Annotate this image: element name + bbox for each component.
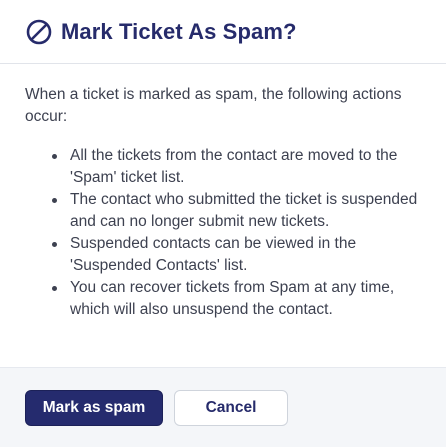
list-item-text: All the tickets from the contact are mov… — [70, 147, 398, 186]
bullet — [52, 286, 57, 291]
dialog-footer: Mark as spam Cancel — [0, 367, 446, 447]
bullet — [52, 154, 57, 159]
list-item: Suspended contacts can be viewed in the … — [51, 233, 421, 277]
list-item-text: You can recover tickets from Spam at any… — [70, 279, 395, 318]
cancel-button[interactable]: Cancel — [174, 390, 288, 426]
list-item-text: Suspended contacts can be viewed in the … — [70, 235, 357, 274]
ban-icon — [25, 18, 53, 46]
dialog-header: Mark Ticket As Spam? — [0, 0, 446, 64]
spam-actions-list: All the tickets from the contact are mov… — [25, 145, 421, 321]
list-item: The contact who submitted the ticket is … — [51, 189, 421, 233]
mark-as-spam-button[interactable]: Mark as spam — [25, 390, 163, 426]
intro-text: When a ticket is marked as spam, the fol… — [25, 86, 402, 125]
list-item: All the tickets from the contact are mov… — [51, 145, 421, 189]
mark-spam-dialog: Mark Ticket As Spam? When a ticket is ma… — [0, 0, 446, 447]
list-item-text: The contact who submitted the ticket is … — [70, 191, 418, 230]
bullet — [52, 198, 57, 203]
bullet — [52, 242, 57, 247]
dialog-body: When a ticket is marked as spam, the fol… — [0, 64, 446, 321]
dialog-title: Mark Ticket As Spam? — [61, 18, 297, 44]
list-item: You can recover tickets from Spam at any… — [51, 277, 421, 321]
